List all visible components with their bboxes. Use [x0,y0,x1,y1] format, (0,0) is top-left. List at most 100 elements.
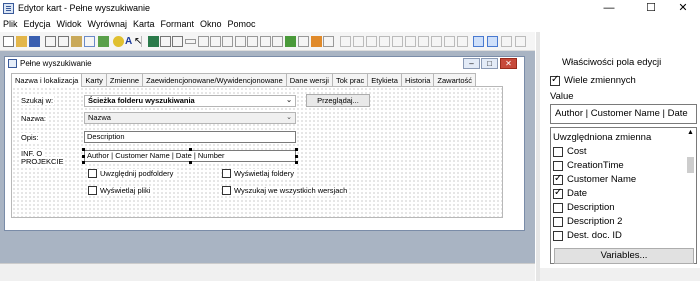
align-middle-icon[interactable] [392,36,403,47]
save-icon[interactable] [29,36,40,47]
multiple-variables-checkbox[interactable]: Wiele zmiennych [550,74,636,86]
align-bottom-icon[interactable] [405,36,416,47]
selection-handle[interactable] [82,161,85,164]
list-item[interactable]: CreationTime [553,160,624,171]
group-icon[interactable] [272,36,283,47]
variables-button[interactable]: Variables... [554,248,694,264]
scroll-thumb[interactable] [687,157,694,173]
checkbox-checked [550,74,560,86]
tab-order-icon[interactable] [501,36,512,47]
pointer-icon[interactable]: ↖ [134,36,145,47]
new-icon[interactable] [3,36,14,47]
browse-button[interactable]: Przeglądaj... [306,94,370,107]
list-item[interactable]: Date [553,187,587,199]
same-size-icon[interactable] [444,36,455,47]
menu-pomoc[interactable]: Pomoc [225,17,259,32]
scroll-up-icon[interactable]: ▲ [687,129,694,136]
tab-label[interactable]: Etykieta [367,73,402,86]
selection-handle[interactable] [82,148,85,151]
child-maximize-button[interactable]: □ [481,58,498,69]
same-height-icon[interactable] [431,36,442,47]
search-in-label: Szukaj w: [20,96,55,105]
child-close-button[interactable]: ✕ [500,58,517,69]
close-button[interactable]: ✕ [666,0,700,17]
show-folders-checkbox[interactable]: Wyświetlaj foldery [222,169,296,178]
child-window-title: Pełne wyszukiwanie [20,59,92,68]
snap-toggle-icon[interactable] [487,36,498,47]
align-left-icon[interactable] [340,36,351,47]
undo-icon[interactable] [84,36,95,47]
list-item[interactable]: Customer Name [553,173,636,185]
same-width-icon[interactable] [418,36,429,47]
search-in-combo[interactable]: Ścieżka folderu wyszukiwania ⌄ [84,95,296,107]
grid-toggle-icon[interactable] [473,36,484,47]
help-icon[interactable] [113,36,124,47]
image-icon[interactable] [148,36,159,47]
edit-field-icon[interactable] [210,36,221,47]
selection-handle[interactable] [189,148,192,151]
align-right-icon[interactable] [366,36,377,47]
list-icon[interactable] [235,36,246,47]
menu-wyrownaj[interactable]: Wyrównaj [85,17,130,32]
selection-handle[interactable] [189,161,192,164]
textbox-icon[interactable] [172,36,183,47]
checkbox [553,216,563,227]
button-icon[interactable] [198,36,209,47]
tab-history[interactable]: Historia [400,73,435,86]
open-icon[interactable] [16,36,27,47]
tab-variables[interactable]: Zmienne [105,73,144,86]
selection-handle[interactable] [295,148,298,151]
tab-contents[interactable]: Zawartość [433,73,477,86]
design-panel: Szukaj w: Ścieżka folderu wyszukiwania ⌄… [11,86,503,218]
tab-workflow[interactable]: Tok prac [331,73,369,86]
value-field[interactable]: Author | Customer Name | Date [550,104,697,124]
tree-icon[interactable] [323,36,334,47]
tab-version-data[interactable]: Dane wersji [285,73,333,86]
cut-icon[interactable] [45,36,56,47]
list-item[interactable]: Cost [553,146,587,157]
variables-list[interactable]: Uwzględniona zmienna Cost CreationTime C… [550,127,697,264]
test-icon[interactable] [98,36,109,47]
selection-handle[interactable] [295,161,298,164]
list-item[interactable]: Description [553,202,615,213]
align-center-icon[interactable] [353,36,364,47]
list-scrollbar[interactable]: ▲ ▼ [686,129,695,262]
tab-checkin-checkout[interactable]: Zaewidencjonowane/Wywidencjonowane [142,73,287,86]
include-subfolders-checkbox[interactable]: Uwzględnij podfoldery [88,169,176,178]
list-header: Uwzględniona zmienna [553,132,652,143]
picture-icon[interactable] [285,36,296,47]
menu-okno[interactable]: Okno [197,17,225,32]
description-field[interactable]: Description [84,131,296,143]
align-top-icon[interactable] [379,36,390,47]
copy-icon[interactable] [58,36,69,47]
minimize-button[interactable]: — [592,0,626,17]
checkbox-icon[interactable] [247,36,258,47]
list-item[interactable]: Description 2 [553,216,622,227]
date-icon[interactable] [311,36,322,47]
name-combo[interactable]: Nazwa ⌄ [84,112,296,124]
mdi-workspace: Pełne wyszukiwanie – □ ✕ Nazwa i lokaliz… [0,51,535,263]
space-h-icon[interactable] [457,36,468,47]
tab-cards[interactable]: Karty [81,73,107,86]
menu-edycja[interactable]: Edycja [21,17,54,32]
paste-icon[interactable] [71,36,82,47]
selection-handle[interactable] [295,155,298,158]
menu-plik[interactable]: Plik [0,17,21,32]
list-item[interactable]: Dest. doc. ID [553,230,622,241]
grid-icon[interactable] [298,36,309,47]
maximize-button[interactable]: ☐ [634,0,668,17]
child-minimize-button[interactable]: – [463,58,480,69]
show-files-checkbox[interactable]: Wyświetlaj pliki [88,186,153,195]
combo-icon[interactable] [222,36,233,47]
radio-icon[interactable] [260,36,271,47]
selection-handle[interactable] [82,155,85,158]
tab-name-location[interactable]: Nazwa i lokalizacja [11,73,83,87]
line-icon[interactable] [185,39,196,44]
checkbox [553,146,563,157]
menu-widok[interactable]: Widok [54,17,85,32]
menu-karta[interactable]: Karta [130,17,158,32]
label-icon[interactable] [160,36,171,47]
menu-formant[interactable]: Formant [158,17,198,32]
preview-icon[interactable] [515,36,526,47]
search-all-versions-checkbox[interactable]: Wyszukaj we wszystkich wersjach [222,186,350,195]
